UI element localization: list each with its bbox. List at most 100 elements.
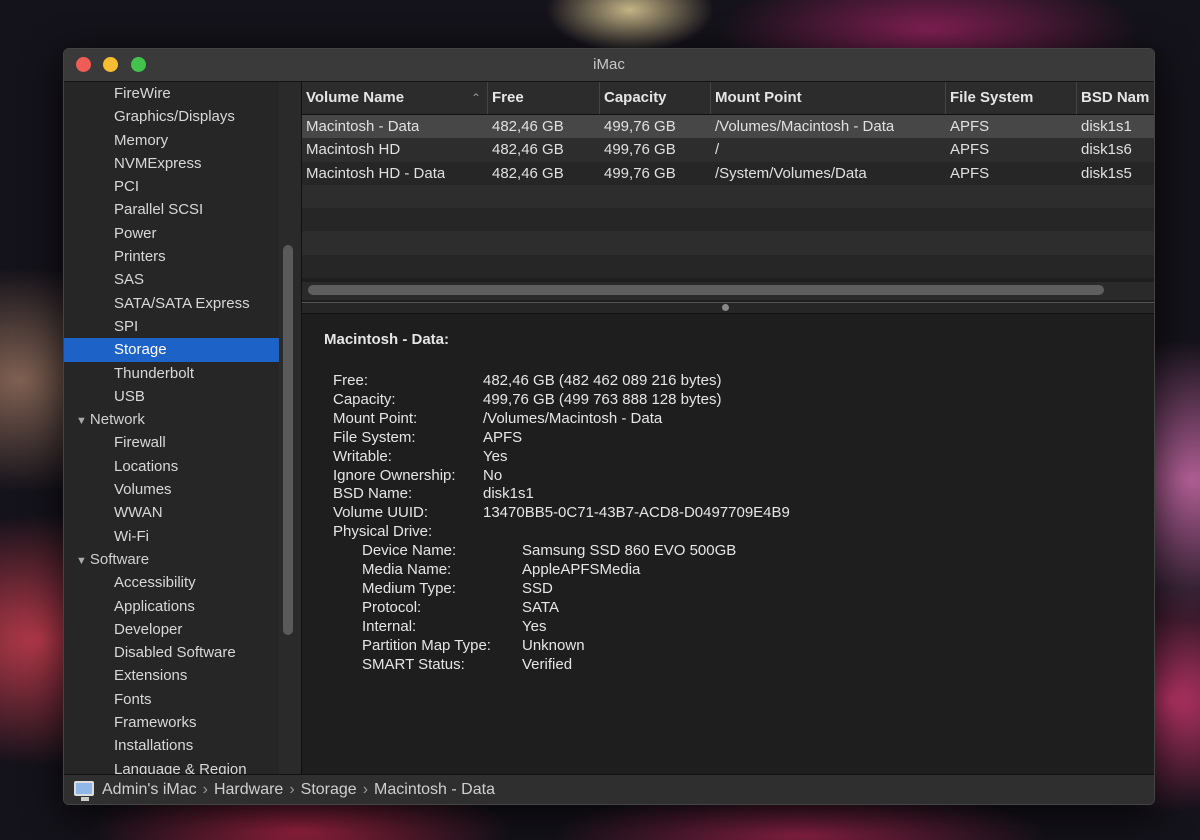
sidebar-item-accessibility[interactable]: Accessibility bbox=[64, 571, 279, 594]
table-row[interactable]: Macintosh HD 482,46 GB 499,76 GB / APFS disk1… bbox=[302, 138, 1154, 162]
column-header-mount-point[interactable]: Mount Point bbox=[711, 82, 946, 114]
sidebar-item-power[interactable]: Power bbox=[64, 222, 279, 245]
column-header-bsd-name[interactable]: BSD Nam bbox=[1077, 82, 1154, 114]
sidebar-item-label: Wi-Fi bbox=[114, 527, 149, 545]
sidebar-item-label: Installations bbox=[114, 737, 194, 755]
disclosure-triangle-icon[interactable]: ▼ bbox=[76, 415, 87, 427]
sidebar-item-locations[interactable]: Locations bbox=[64, 455, 279, 478]
cell-bsd-name: disk1s6 bbox=[1081, 141, 1132, 159]
sidebar-item-label: Power bbox=[114, 224, 157, 242]
field-label: Volume UUID: bbox=[333, 504, 429, 522]
sidebar-item-installations[interactable]: Installations bbox=[64, 734, 279, 757]
sidebar-item-parallel-scsi[interactable]: Parallel SCSI bbox=[64, 198, 279, 221]
breadcrumb-item[interactable]: Storage bbox=[301, 781, 357, 798]
field-value: SATA bbox=[522, 598, 559, 616]
sidebar-item-firewire[interactable]: FireWire bbox=[64, 82, 279, 105]
sidebar-item-label: Accessibility bbox=[114, 574, 196, 592]
sidebar-item-usb[interactable]: USB bbox=[64, 385, 279, 408]
sidebar-item-storage[interactable]: Storage bbox=[64, 338, 279, 362]
sidebar-section-network[interactable]: ▼ Network bbox=[64, 408, 279, 431]
field-label: Device Name: bbox=[362, 542, 457, 560]
chevron-right-icon: › bbox=[289, 781, 295, 798]
cell-volume-name: Macintosh - Data bbox=[306, 118, 420, 135]
table-horizontal-scrollbar[interactable] bbox=[308, 285, 1104, 295]
sidebar-item-label: Extensions bbox=[114, 667, 188, 685]
physical-drive-field: Protocol: SATA bbox=[362, 598, 1062, 617]
sidebar-item-pci[interactable]: PCI bbox=[64, 175, 279, 198]
sidebar-item-language-region[interactable]: Language & Region bbox=[64, 758, 279, 774]
table-row[interactable]: Macintosh - Data 482,46 GB 499,76 GB/Volum… bbox=[302, 115, 1154, 139]
detail-field: File System: APFS bbox=[333, 428, 1093, 447]
sidebar-item-nvmexpress[interactable]: NVMExpress bbox=[64, 152, 279, 175]
field-value: 499,76 GB (499 763 888 128 bytes) bbox=[483, 390, 722, 408]
disclosure-triangle-icon[interactable]: ▼ bbox=[76, 555, 87, 567]
sidebar-item-extensions[interactable]: Extensions bbox=[64, 664, 279, 687]
sidebar-item-label: FireWire bbox=[114, 85, 171, 102]
sidebar-item-label: SPI bbox=[114, 317, 139, 335]
field-label: Physical Drive: bbox=[333, 523, 433, 541]
field-label: Writable: bbox=[333, 447, 392, 465]
sidebar-section-software[interactable]: ▼ Software bbox=[64, 548, 279, 571]
column-header-file-system[interactable]: File System bbox=[946, 82, 1077, 114]
divider-handle-icon[interactable] bbox=[722, 304, 729, 311]
sidebar-item-label: Memory bbox=[114, 131, 169, 149]
sidebar-scrollbar[interactable] bbox=[283, 245, 293, 635]
field-value: Yes bbox=[483, 447, 508, 465]
sidebar-item-label: Software bbox=[89, 550, 150, 568]
sidebar-item-spi[interactable]: SPI bbox=[64, 315, 279, 338]
sidebar-item-graphics-displays[interactable]: Graphics/Displays bbox=[64, 105, 279, 128]
sidebar-item-label: Fonts bbox=[114, 690, 152, 708]
cell-volume-name: Macintosh HD bbox=[306, 141, 401, 159]
system-information-window: iMac FireWire Graphics/Displays Memory NVME… bbox=[63, 48, 1155, 805]
field-label: File System: bbox=[333, 428, 416, 446]
sidebar-item-applications[interactable]: Applications bbox=[64, 595, 279, 618]
chevron-right-icon: › bbox=[202, 781, 208, 798]
column-header-free[interactable]: Free bbox=[488, 82, 600, 114]
breadcrumb: Admin's iMac › Hardware › Storage › Macintosh … bbox=[102, 775, 495, 804]
field-label: Protocol: bbox=[362, 598, 422, 616]
cell-file-system: APFS bbox=[950, 118, 990, 135]
field-value: Samsung SSD 860 EVO 500GB bbox=[522, 542, 737, 560]
sort-ascending-icon: ⌃ bbox=[470, 91, 481, 105]
cell-capacity: 499,76 GB bbox=[604, 141, 676, 159]
sidebar-item-label: Firewall bbox=[114, 434, 166, 452]
sidebar-item-printers[interactable]: Printers bbox=[64, 245, 279, 268]
column-header-volume-name[interactable]: Volume Name ⌃ bbox=[302, 82, 488, 114]
sidebar-item-frameworks[interactable]: Frameworks bbox=[64, 711, 279, 734]
field-value: 13470BB5-0C71-43B7-ACD8-D0497709E4B9 bbox=[483, 504, 790, 522]
table-row-empty bbox=[302, 231, 1154, 255]
field-label: Media Name: bbox=[362, 561, 452, 578]
detail-field: Writable: Yes bbox=[333, 447, 1093, 466]
volume-table[interactable]: Macintosh - Data 482,46 GB 499,76 GB/Volum… bbox=[302, 115, 1154, 285]
path-bar: Admin's iMac › Hardware › Storage › Macintosh … bbox=[64, 774, 1154, 804]
breadcrumb-item[interactable]: Hardware bbox=[214, 781, 283, 798]
title-bar[interactable]: iMac bbox=[64, 49, 1154, 82]
sidebar-item-disabled-software[interactable]: Disabled Software bbox=[64, 641, 279, 664]
column-header-capacity[interactable]: Capacity bbox=[600, 82, 711, 114]
sidebar-item-developer[interactable]: Developer bbox=[64, 618, 279, 641]
sidebar-item-volumes[interactable]: Volumes bbox=[64, 478, 279, 501]
sidebar-item-label: Language & Region bbox=[114, 760, 247, 774]
physical-drive-field: Device Name: Samsung SSD 860 EVO 500GB bbox=[362, 541, 1062, 560]
detail-title: Macintosh - Data: bbox=[324, 331, 450, 348]
table-row[interactable]: Macintosh HD - Data 482,46 GB 499,76 GB/Sy… bbox=[302, 161, 1154, 185]
sidebar-item-label: SATA/SATA Express bbox=[114, 294, 250, 312]
breadcrumb-item[interactable]: Admin's iMac bbox=[102, 781, 197, 798]
breadcrumb-item[interactable]: Macintosh - Data bbox=[374, 781, 495, 798]
sidebar-item-wi-fi[interactable]: Wi-Fi bbox=[64, 525, 279, 548]
cell-bsd-name: disk1s1 bbox=[1081, 118, 1132, 135]
field-value: Verified bbox=[522, 655, 573, 673]
sidebar[interactable]: FireWire Graphics/Displays Memory NVMExpres… bbox=[64, 82, 280, 774]
sidebar-item-sata-sata-express[interactable]: SATA/SATA Express bbox=[64, 292, 279, 315]
sidebar-item-firewall[interactable]: Firewall bbox=[64, 431, 279, 454]
sidebar-item-fonts[interactable]: Fonts bbox=[64, 688, 279, 711]
field-label: SMART Status: bbox=[362, 655, 465, 673]
field-label: Medium Type: bbox=[362, 579, 456, 597]
field-label: Ignore Ownership: bbox=[333, 466, 456, 484]
field-label: BSD Name: bbox=[333, 485, 413, 503]
sidebar-item-thunderbolt[interactable]: Thunderbolt bbox=[64, 362, 279, 385]
sidebar-item-memory[interactable]: Memory bbox=[64, 129, 279, 152]
sidebar-item-sas[interactable]: SAS bbox=[64, 268, 279, 291]
table-row-empty bbox=[302, 254, 1154, 279]
sidebar-item-wwan[interactable]: WWAN bbox=[64, 501, 279, 524]
